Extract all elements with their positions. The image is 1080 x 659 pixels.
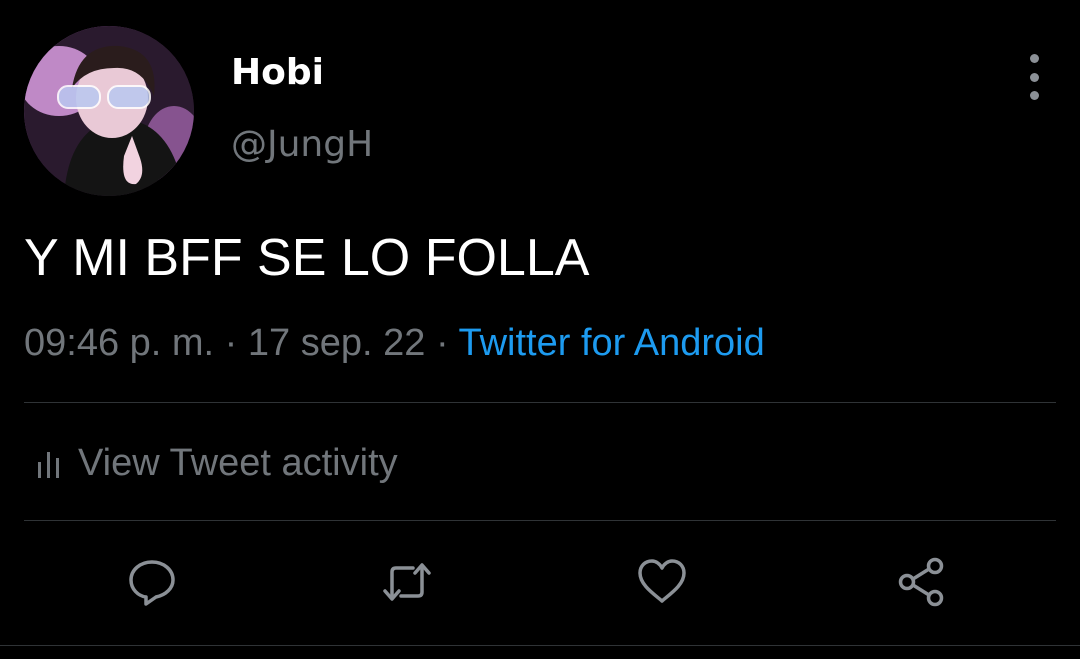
view-tweet-activity-label: View Tweet activity xyxy=(78,441,398,484)
more-dot-icon xyxy=(1029,54,1039,63)
tweet-detail-view: Hobi @JungH Y MI BFF SE LO FOLLA 09:46 p… xyxy=(0,0,1080,659)
tweet-date[interactable]: 17 sep. 22 xyxy=(248,322,425,364)
reply-button[interactable] xyxy=(126,556,178,608)
tweet-time[interactable]: 09:46 p. m. xyxy=(24,322,214,364)
bar-chart-icon xyxy=(38,452,59,478)
tweet-source-link[interactable]: Twitter for Android xyxy=(458,322,764,364)
more-dot-icon xyxy=(1029,91,1039,100)
tweet-meta: 09:46 p. m. · 17 sep. 22 · Twitter for A… xyxy=(24,322,765,365)
share-button[interactable] xyxy=(896,556,948,608)
avatar[interactable] xyxy=(24,26,194,196)
display-name[interactable]: Hobi xyxy=(231,52,324,93)
retweet-icon xyxy=(383,563,431,601)
reply-icon xyxy=(129,560,175,606)
divider xyxy=(24,402,1056,403)
share-icon xyxy=(898,557,944,607)
divider xyxy=(24,520,1056,521)
meta-separator: · xyxy=(214,322,248,364)
view-tweet-activity-button[interactable]: View Tweet activity xyxy=(36,436,398,490)
avatar-image xyxy=(24,26,194,196)
tweet-text: Y MI BFF SE LO FOLLA xyxy=(24,229,590,287)
more-dot-icon xyxy=(1029,72,1039,82)
heart-icon xyxy=(638,559,686,603)
retweet-button[interactable] xyxy=(381,556,433,608)
like-button[interactable] xyxy=(636,556,688,608)
more-options-button[interactable] xyxy=(1014,54,1054,100)
user-handle[interactable]: @JungH xyxy=(231,124,373,165)
divider xyxy=(0,645,1080,646)
meta-separator: · xyxy=(425,322,459,364)
